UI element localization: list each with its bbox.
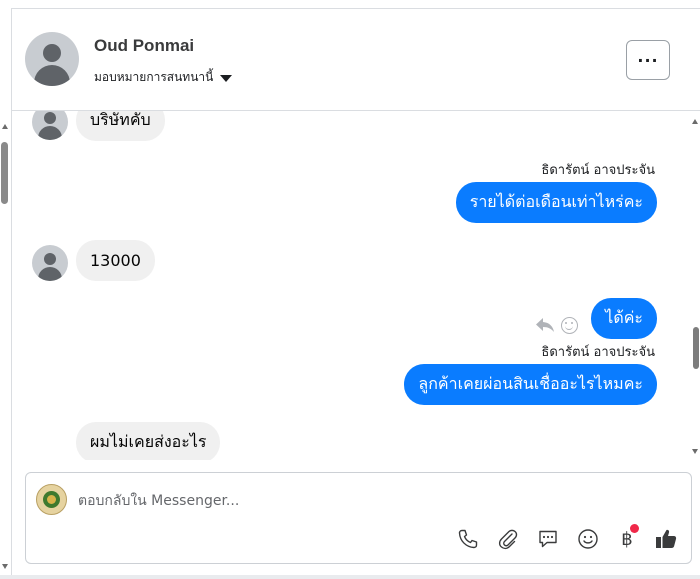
incoming-message[interactable]: บริษัทคับ <box>76 111 165 141</box>
person-icon <box>44 112 56 124</box>
paperclip-icon[interactable] <box>496 527 520 551</box>
person-body-shape <box>38 267 62 281</box>
phone-icon[interactable] <box>456 527 480 551</box>
caret-down-icon <box>220 75 233 82</box>
scroll-down-arrow-icon[interactable] <box>692 449 698 454</box>
emoji-icon[interactable] <box>576 527 600 551</box>
speech-bubble-icon-glyph <box>539 530 557 548</box>
person-icon <box>44 253 56 265</box>
reply-input[interactable] <box>78 491 638 511</box>
conversation-header: Oud Ponmai มอบหมายการสนทนานี้ ··· <box>12 9 700 111</box>
phone-icon-glyph <box>458 529 478 549</box>
message-list[interactable]: บริษัทคับ ธิดารัตน์ อาจประจัน รายได้ต่อเ… <box>12 111 690 460</box>
outgoing-message[interactable]: ลูกค้าเคยผ่อนสินเชื่ออะไรไหมคะ <box>404 364 657 405</box>
contact-name[interactable]: Oud Ponmai <box>94 36 194 56</box>
sender-name: ธิดารัตน์ อาจประจัน <box>541 345 655 360</box>
thumbs-up-icon-glyph <box>656 529 677 548</box>
paperclip-icon-glyph <box>498 529 518 550</box>
baht-payment-icon[interactable]: ฿ <box>615 524 639 551</box>
notification-dot <box>630 524 639 533</box>
person-icon <box>43 44 61 62</box>
person-body-shape <box>34 65 70 86</box>
contact-avatar-small <box>32 245 68 281</box>
assign-conversation-label: มอบหมายการสนทนานี้ <box>94 70 214 84</box>
reply-composer: ฿ <box>25 472 692 564</box>
emoji-icon-glyph <box>578 529 598 549</box>
outgoing-message[interactable]: รายได้ต่อเดือนเท่าไหร่คะ <box>455 182 657 223</box>
speech-bubble-icon[interactable] <box>536 527 560 551</box>
contact-avatar-small <box>32 111 68 140</box>
sender-name: ธิดารัตน์ อาจประจัน <box>541 163 655 178</box>
outgoing-message[interactable]: ได้ค่ะ <box>591 298 657 339</box>
page-logo-avatar <box>36 484 67 515</box>
thumbs-up-icon[interactable] <box>654 527 678 551</box>
person-body-shape <box>38 126 62 140</box>
scrollbar-thumb[interactable] <box>1 142 8 204</box>
reply-arrow-icon[interactable] <box>535 316 555 334</box>
message-scrollbar[interactable] <box>690 111 700 460</box>
more-options-button[interactable]: ··· <box>626 40 670 80</box>
ellipsis-icon: ··· <box>637 50 659 70</box>
react-emoji-icon[interactable] <box>561 317 578 334</box>
incoming-message[interactable]: ผมไม่เคยส่งอะไร <box>76 422 221 460</box>
incoming-message[interactable]: 13000 <box>76 240 155 281</box>
scroll-up-arrow-icon[interactable] <box>692 119 698 124</box>
contact-avatar[interactable] <box>25 32 79 86</box>
scroll-down-arrow-icon[interactable] <box>2 564 8 569</box>
bottom-divider <box>0 575 700 579</box>
outer-scrollbar[interactable] <box>0 120 10 575</box>
assign-conversation-dropdown[interactable]: มอบหมายการสนทนานี้ <box>94 68 233 87</box>
scroll-up-arrow-icon[interactable] <box>2 124 8 129</box>
scrollbar-thumb[interactable] <box>693 327 699 369</box>
